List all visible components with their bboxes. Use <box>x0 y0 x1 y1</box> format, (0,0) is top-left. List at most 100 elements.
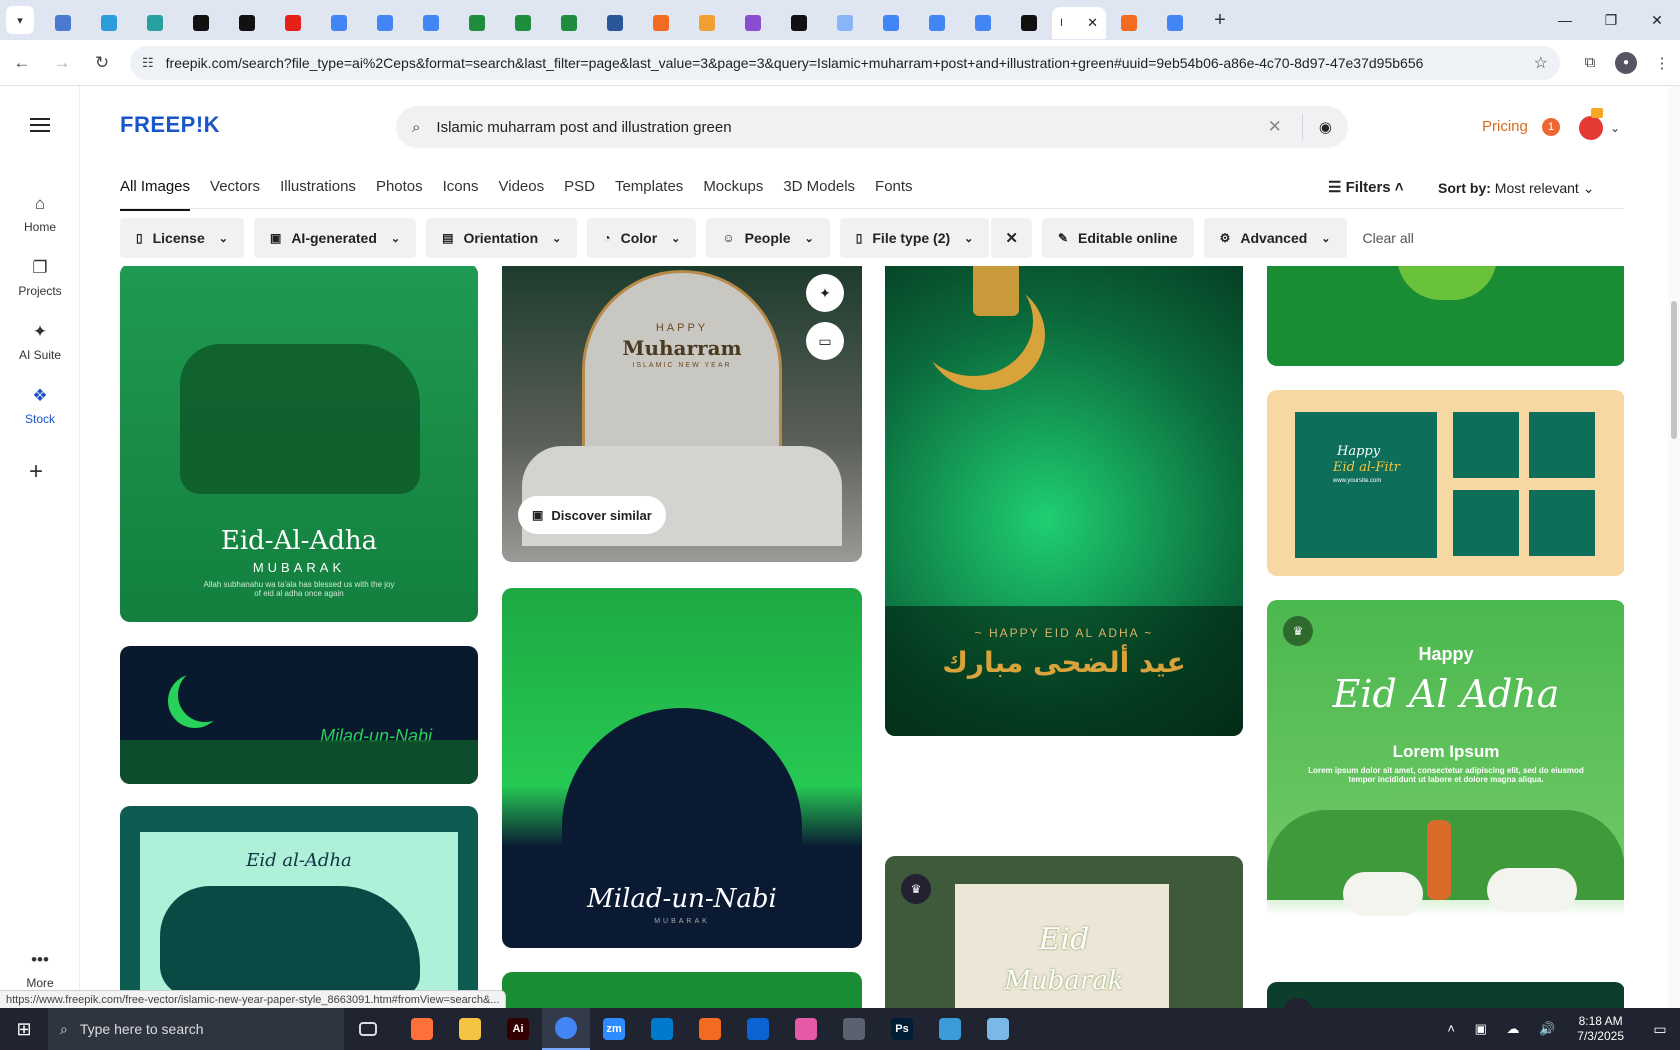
browser-tab[interactable] <box>362 7 408 39</box>
close-window-icon[interactable]: ✕ <box>1634 0 1680 40</box>
tab-illustrations[interactable]: Illustrations <box>280 178 356 211</box>
tab-icons[interactable]: Icons <box>443 178 479 211</box>
save-to-collection-icon[interactable]: ▭ <box>806 322 844 360</box>
notification-badge[interactable]: 1 <box>1542 118 1560 136</box>
browser-tab[interactable] <box>684 7 730 39</box>
chrome-taskbar-icon[interactable] <box>542 1008 590 1050</box>
tab-all-images[interactable]: All Images <box>120 178 191 211</box>
result-card[interactable]: Milad-un-Nabi <box>120 646 478 784</box>
result-card[interactable]: ♛ Eid Mubarak <box>885 856 1243 1008</box>
browser-tab[interactable] <box>1006 7 1052 39</box>
zoom-taskbar-icon[interactable]: zm <box>590 1008 638 1050</box>
app-orange-taskbar-icon[interactable] <box>686 1008 734 1050</box>
filter-orientation[interactable]: ▤ Orientation ⌄ <box>426 218 578 258</box>
tab-psd[interactable]: PSD <box>564 178 595 211</box>
tab-templates[interactable]: Templates <box>615 178 683 211</box>
filter-ai-generated[interactable]: ▣ AI-generated ⌄ <box>253 218 417 258</box>
vscode-taskbar-icon[interactable] <box>638 1008 686 1050</box>
tab-videos[interactable]: Videos <box>499 178 545 211</box>
tab-3d-models[interactable]: 3D Models <box>783 178 855 211</box>
search-icon[interactable]: ⌕ <box>412 119 420 136</box>
clear-search-icon[interactable]: ✕ <box>1268 117 1282 137</box>
browser-tab[interactable] <box>500 7 546 39</box>
search-input[interactable]: Islamic muharram post and illustration g… <box>436 119 1267 136</box>
browser-tab[interactable] <box>316 7 362 39</box>
scrollbar-thumb[interactable] <box>1671 301 1677 439</box>
pen-app-taskbar-icon[interactable] <box>830 1008 878 1050</box>
tab-photos[interactable]: Photos <box>376 178 423 211</box>
clock[interactable]: 8:18 AM 7/3/2025 <box>1577 1014 1624 1044</box>
sidebar-item-stock[interactable]: ❖ Stock <box>0 386 80 426</box>
freepik-logo[interactable]: FREEP!K <box>120 112 220 138</box>
browser-menu-icon[interactable]: ⋮ <box>1644 45 1680 81</box>
result-card[interactable]: HAPPY Muharram ISLAMIC NEW YEAR ✦ ▭ ▣ Di… <box>502 266 862 562</box>
windows-start-icon[interactable]: ⊞ <box>0 1008 48 1050</box>
browser-tab[interactable] <box>914 7 960 39</box>
browser-tab[interactable] <box>592 7 638 39</box>
tray-icons[interactable]: ˄ ▣ ☁ 🔊 <box>1447 1021 1563 1037</box>
filters-toggle[interactable]: ☰ Filters ˄ <box>1328 178 1404 196</box>
result-card[interactable] <box>1267 266 1624 366</box>
browser-tab-active[interactable]: I ✕ <box>1052 7 1106 39</box>
firefox-taskbar-icon[interactable] <box>398 1008 446 1050</box>
app-diamond-taskbar-icon[interactable] <box>926 1008 974 1050</box>
restore-icon[interactable]: ❐ <box>1588 0 1634 40</box>
photoshop-taskbar-icon[interactable]: Ps <box>878 1008 926 1050</box>
browser-tab[interactable] <box>638 7 684 39</box>
new-tab-button[interactable]: + <box>1206 6 1234 34</box>
result-card[interactable]: Happy Eid al-Fitr www.yoursite.com <box>1267 390 1624 576</box>
address-bar[interactable]: ☷ freepik.com/search?file_type=ai%2Ceps&… <box>130 45 1560 80</box>
reload-icon[interactable]: ↻ <box>84 45 120 81</box>
profile-avatar[interactable]: ● <box>1615 51 1637 74</box>
tab-mockups[interactable]: Mockups <box>703 178 763 211</box>
filter-editable-online[interactable]: ✎ Editable online <box>1041 218 1194 258</box>
notification-center-icon[interactable]: ▭ <box>1640 1021 1680 1038</box>
taskbar-search[interactable]: ⌕ Type here to search <box>48 1008 344 1050</box>
tab-vectors[interactable]: Vectors <box>210 178 260 211</box>
result-card[interactable]: Eid-Al-Adha MUBARAK Allah subhanahu wa t… <box>120 266 478 622</box>
browser-tab[interactable] <box>730 7 776 39</box>
pricing-link[interactable]: Pricing <box>1482 118 1528 135</box>
site-info-icon[interactable]: ☷ <box>142 55 154 71</box>
back-icon[interactable]: ← <box>4 45 40 81</box>
outlook-taskbar-icon[interactable] <box>734 1008 782 1050</box>
app-gradient-taskbar-icon[interactable] <box>782 1008 830 1050</box>
filter-advanced[interactable]: ⚙ Advanced ⌄ <box>1203 218 1347 258</box>
result-card[interactable]: ~ HAPPY EID AL ADHA ~ عيد ألضحى مبارك <box>885 266 1243 736</box>
app-blue-taskbar-icon[interactable] <box>974 1008 1022 1050</box>
result-card[interactable]: Milad-un-Nabi MUBARAK <box>502 588 862 948</box>
tab-search-button[interactable]: ▾ <box>6 6 34 34</box>
discover-similar-button[interactable]: ▣ Discover similar <box>518 496 666 534</box>
browser-tab[interactable] <box>868 7 914 39</box>
filter-file-type-2[interactable]: ▯ File type (2) ⌄ <box>839 218 990 258</box>
result-card[interactable]: ♛ Happy Eid Al Adha Lorem Ipsum Lorem ip… <box>1267 600 1624 958</box>
sort-dropdown[interactable]: Sort by: Most relevant ⌄ <box>1438 180 1594 197</box>
browser-tab[interactable] <box>1106 7 1152 39</box>
add-icon[interactable]: + <box>29 458 43 486</box>
filter-people[interactable]: ☺ People ⌄ <box>706 218 830 258</box>
browser-tab[interactable] <box>224 7 270 39</box>
result-card[interactable]: ♛ <box>1267 982 1624 1008</box>
page-scrollbar[interactable] <box>1668 86 1680 1008</box>
clear-all-link[interactable]: Clear all <box>1363 230 1414 246</box>
filter-license[interactable]: ▯ License ⌄ <box>120 218 244 258</box>
result-card[interactable]: Eid al-Adha <box>120 806 478 1008</box>
browser-tab[interactable] <box>270 7 316 39</box>
browser-tab[interactable] <box>1152 7 1198 39</box>
filter-color[interactable]: ◔ Color ⌄ <box>587 218 697 258</box>
browser-tab[interactable] <box>86 7 132 39</box>
browser-tab[interactable] <box>132 7 178 39</box>
result-card[interactable] <box>502 972 862 1008</box>
minimize-icon[interactable]: — <box>1542 0 1588 40</box>
clear-file-type-icon[interactable]: ✕ <box>991 218 1032 258</box>
browser-tab[interactable] <box>822 7 868 39</box>
sidebar-item-home[interactable]: ⌂ Home <box>0 194 80 234</box>
forward-icon[interactable]: → <box>44 45 80 81</box>
menu-icon[interactable] <box>30 118 50 132</box>
chevron-down-icon[interactable]: ⌄ <box>1610 121 1620 135</box>
file-explorer-taskbar-icon[interactable] <box>446 1008 494 1050</box>
browser-tab[interactable] <box>454 7 500 39</box>
camera-search-icon[interactable]: ◉ <box>1319 118 1332 136</box>
ai-edit-icon[interactable]: ✦ <box>806 274 844 312</box>
sidebar-item-projects[interactable]: ❐ Projects <box>0 258 80 298</box>
